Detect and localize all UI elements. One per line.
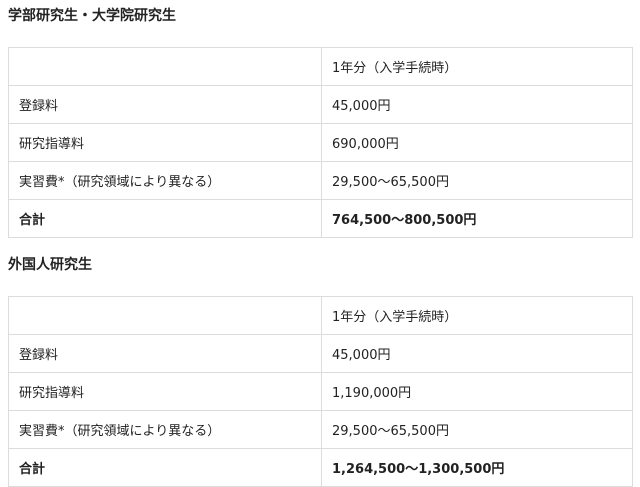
section-heading: 学部研究生・大学院研究生: [8, 8, 176, 24]
table-row: 実習費*（研究領域により異なる） 29,500～65,500円: [8, 161, 633, 200]
fee-item-amount: 45,000円: [321, 85, 633, 124]
fee-item-label: 実習費*（研究領域により異なる）: [8, 161, 322, 200]
header-cell-period: 1年分（入学手続時）: [321, 47, 633, 86]
fee-item-amount: 690,000円: [321, 123, 633, 162]
table-header-row: 1年分（入学手続時）: [8, 296, 633, 335]
fee-item-amount: 45,000円: [321, 334, 633, 373]
fee-item-amount: 29,500～65,500円: [321, 161, 633, 200]
table-row: 研究指導料 1,190,000円: [8, 372, 633, 411]
section-heading: 外国人研究生: [8, 257, 92, 273]
fee-table: 1年分（入学手続時） 登録料 45,000円 研究指導料 1,190,000円 …: [8, 296, 633, 487]
total-label: 合計: [8, 199, 322, 238]
header-cell-blank: [8, 296, 322, 335]
table-header-row: 1年分（入学手続時）: [8, 47, 633, 86]
fee-item-amount: 29,500～65,500円: [321, 410, 633, 449]
total-amount: 1,264,500～1,300,500円: [321, 448, 633, 487]
fee-item-label: 登録料: [8, 334, 322, 373]
table-total-row: 合計 764,500～800,500円: [8, 199, 633, 238]
table-row: 登録料 45,000円: [8, 334, 633, 373]
total-label: 合計: [8, 448, 322, 487]
header-cell-period: 1年分（入学手続時）: [321, 296, 633, 335]
table-total-row: 合計 1,264,500～1,300,500円: [8, 448, 633, 487]
header-cell-blank: [8, 47, 322, 86]
fee-item-label: 研究指導料: [8, 372, 322, 411]
fee-table: 1年分（入学手続時） 登録料 45,000円 研究指導料 690,000円 実習…: [8, 47, 633, 238]
table-row: 研究指導料 690,000円: [8, 123, 633, 162]
total-amount: 764,500～800,500円: [321, 199, 633, 238]
table-row: 登録料 45,000円: [8, 85, 633, 124]
table-row: 実習費*（研究領域により異なる） 29,500～65,500円: [8, 410, 633, 449]
fee-item-label: 登録料: [8, 85, 322, 124]
fee-item-label: 研究指導料: [8, 123, 322, 162]
fee-item-label: 実習費*（研究領域により異なる）: [8, 410, 322, 449]
fee-item-amount: 1,190,000円: [321, 372, 633, 411]
